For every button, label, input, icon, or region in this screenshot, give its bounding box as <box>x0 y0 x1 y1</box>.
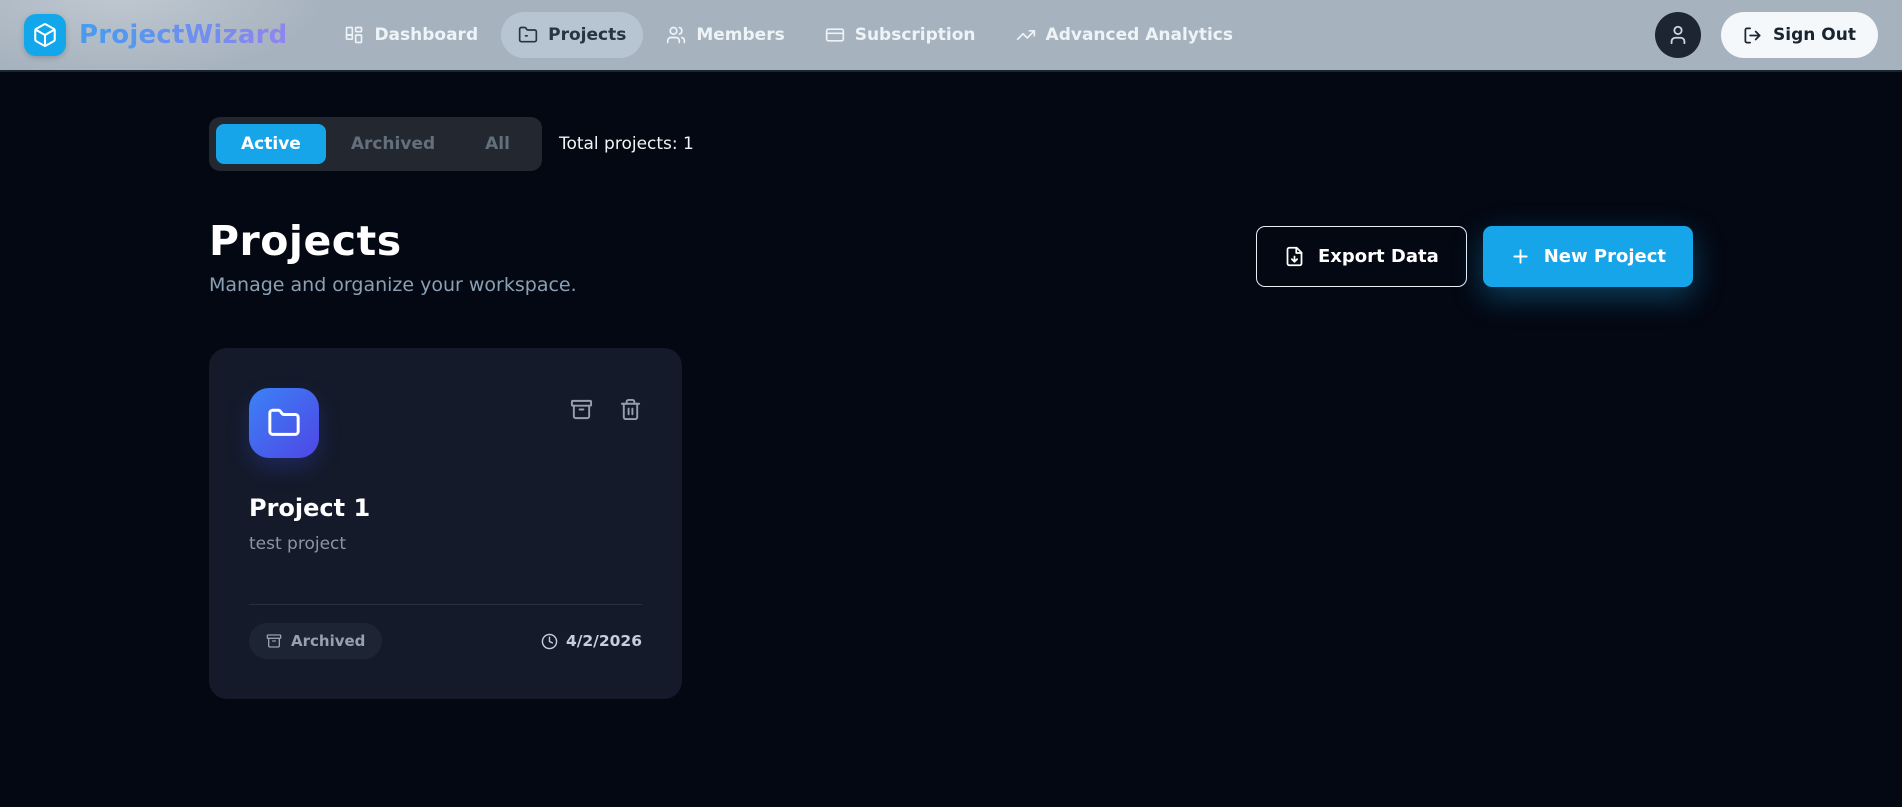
main-nav: Dashboard Projects Members Subscription <box>327 12 1250 58</box>
credit-card-icon <box>825 28 844 42</box>
dashboard-grid-icon <box>346 26 363 44</box>
card-actions <box>570 398 642 421</box>
new-project-button[interactable]: New Project <box>1482 226 1693 287</box>
page-header: Projects Manage and organize your worksp… <box>209 217 1693 296</box>
users-icon <box>667 26 686 44</box>
nav-item-advanced-analytics[interactable]: Advanced Analytics <box>999 12 1250 58</box>
clock-icon <box>541 633 558 649</box>
page-title-block: Projects Manage and organize your worksp… <box>209 217 577 296</box>
project-card: Project 1 test project Archived 4/2/2026 <box>209 348 682 699</box>
archive-project-button[interactable] <box>570 398 593 421</box>
nav-label: Advanced Analytics <box>1045 25 1233 45</box>
nav-item-members[interactable]: Members <box>649 12 801 58</box>
nav-label: Dashboard <box>374 25 479 45</box>
nav-item-subscription[interactable]: Subscription <box>808 12 993 58</box>
card-top-row <box>249 388 642 458</box>
nav-label: Projects <box>548 25 627 45</box>
project-date-label: 4/2/2026 <box>565 632 642 650</box>
package-cube-icon <box>34 23 56 47</box>
export-data-button[interactable]: Export Data <box>1255 226 1467 287</box>
project-date: 4/2/2026 <box>541 632 642 650</box>
project-filter-tabs: Active Archived All <box>209 117 542 171</box>
folder-icon <box>518 26 538 43</box>
header-right: Sign Out <box>1655 12 1878 58</box>
nav-item-dashboard[interactable]: Dashboard <box>327 12 495 58</box>
nav-item-projects[interactable]: Projects <box>501 12 644 58</box>
page-title: Projects <box>209 217 402 265</box>
card-divider <box>249 604 642 605</box>
card-footer: Archived 4/2/2026 <box>249 623 642 659</box>
main-content: Active Archived All Total projects: 1 Pr… <box>0 72 1902 699</box>
archive-icon <box>266 634 282 648</box>
nav-label: Subscription <box>854 25 976 45</box>
tab-active[interactable]: Active <box>216 124 326 164</box>
new-project-label: New Project <box>1543 246 1666 267</box>
delete-project-button[interactable] <box>619 398 642 421</box>
brand-name: ProjectWizard <box>79 20 288 50</box>
log-out-icon <box>1744 27 1761 43</box>
file-download-icon <box>1286 246 1303 267</box>
user-avatar-button[interactable] <box>1655 12 1702 58</box>
project-card-grid: Project 1 test project Archived 4/2/2026 <box>209 348 1693 699</box>
folder-icon <box>268 408 300 436</box>
nav-label: Members <box>696 25 785 45</box>
sign-out-label: Sign Out <box>1773 25 1856 45</box>
page-subtitle: Manage and organize your workspace. <box>209 274 577 296</box>
total-projects-count: Total projects: 1 <box>558 134 694 154</box>
status-badge-label: Archived <box>291 632 366 650</box>
archive-icon <box>570 399 593 420</box>
project-folder-tile <box>249 388 319 458</box>
top-nav-bar: ProjectWizard Dashboard Projects Members <box>0 0 1902 72</box>
project-name: Project 1 <box>249 494 371 522</box>
brand-logo[interactable]: ProjectWizard <box>24 14 287 56</box>
trash-icon <box>620 398 641 421</box>
plus-icon <box>1513 249 1528 264</box>
tab-archived[interactable]: Archived <box>326 124 460 164</box>
logo-tile <box>24 14 66 56</box>
project-description: test project <box>249 534 347 554</box>
user-icon <box>1670 25 1686 45</box>
export-data-label: Export Data <box>1317 246 1439 267</box>
tab-all[interactable]: All <box>460 124 535 164</box>
sign-out-button[interactable]: Sign Out <box>1721 12 1878 58</box>
page-actions: Export Data New Project <box>1255 226 1693 287</box>
status-badge: Archived <box>249 623 383 659</box>
trending-up-icon <box>1016 30 1035 41</box>
filter-row: Active Archived All Total projects: 1 <box>209 117 1693 171</box>
